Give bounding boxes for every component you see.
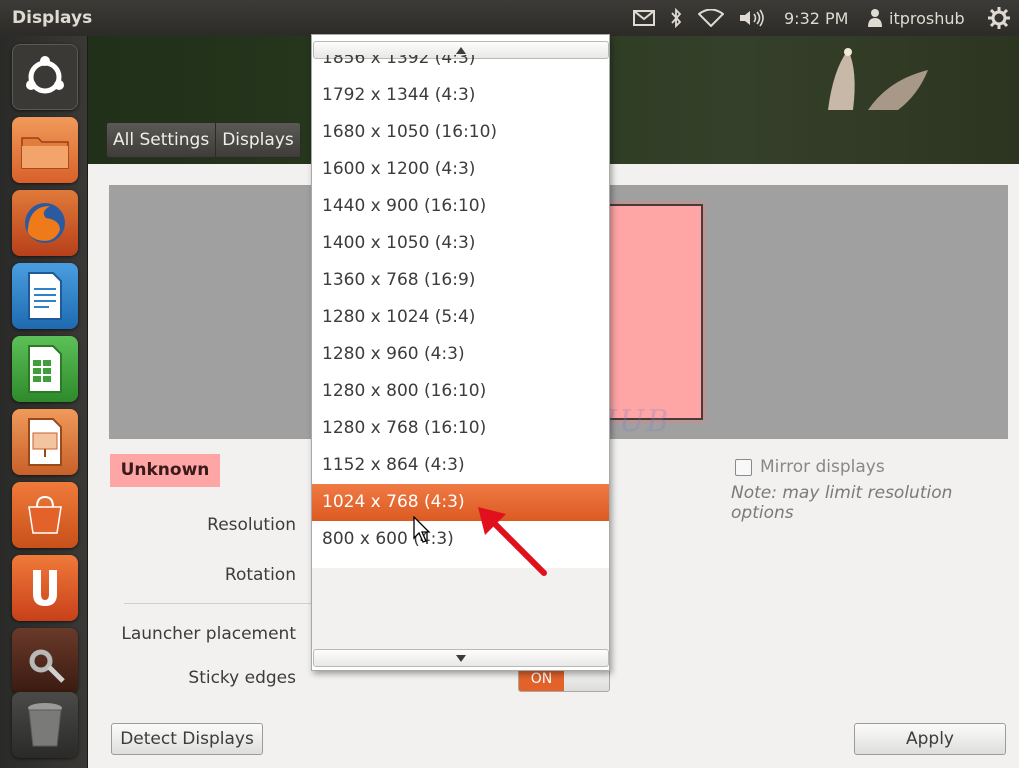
launcher-placement-label: Launcher placement: [121, 624, 296, 644]
volume-icon[interactable]: [737, 6, 767, 30]
resolution-option[interactable]: 1280 x 768 (16:10): [312, 410, 609, 447]
resolution-label: Resolution: [207, 515, 296, 535]
resolution-option[interactable]: 1152 x 864 (4:3): [312, 447, 609, 484]
resolution-dropdown-menu[interactable]: 1856 x 1392 (4:3) 1792 x 1344 (4:3) 1680 x…: [311, 34, 610, 671]
resolution-option-selected[interactable]: 1024 x 768 (4:3): [312, 484, 609, 521]
gear-icon[interactable]: [987, 6, 1011, 30]
trash-icon[interactable]: [12, 692, 78, 758]
software-center-icon[interactable]: [12, 482, 78, 548]
user-name[interactable]: itproshub: [889, 9, 965, 28]
ubuntu-one-icon[interactable]: [12, 555, 78, 621]
firefox-icon[interactable]: [12, 190, 78, 256]
resolution-options-list: 1856 x 1392 (4:3) 1792 x 1344 (4:3) 1680 x…: [312, 55, 609, 568]
resolution-option[interactable]: 1856 x 1392 (4:3): [312, 55, 609, 77]
annotation-arrow-icon: [478, 507, 547, 576]
banner-flower-image: [828, 48, 928, 110]
user-icon[interactable]: [866, 6, 884, 30]
resolution-option[interactable]: 1400 x 1050 (4:3): [312, 225, 609, 262]
scroll-down-button[interactable]: [313, 649, 609, 667]
breadcrumb: All Settings Displays: [106, 122, 301, 158]
resolution-option[interactable]: 1280 x 800 (16:10): [312, 373, 609, 410]
resolution-option[interactable]: 1792 x 1344 (4:3): [312, 77, 609, 114]
top-panel: Displays 9:32 PM itproshub: [0, 0, 1019, 36]
app-title: Displays: [12, 8, 93, 28]
mirror-displays-row[interactable]: Mirror displays: [735, 457, 885, 477]
system-settings-icon[interactable]: [12, 628, 78, 694]
resolution-option[interactable]: 1280 x 1024 (5:4): [312, 299, 609, 336]
resolution-option[interactable]: 1360 x 768 (16:9): [312, 262, 609, 299]
separator: [124, 603, 314, 604]
sticky-edges-label: Sticky edges: [188, 668, 296, 688]
monitor-name-badge: Unknown: [110, 454, 220, 487]
toggle-on-label: ON: [519, 668, 564, 691]
resolution-option[interactable]: 1600 x 1200 (4:3): [312, 151, 609, 188]
chevron-up-icon: [456, 46, 466, 54]
detect-displays-button[interactable]: Detect Displays: [111, 723, 263, 755]
bluetooth-icon[interactable]: [666, 6, 686, 30]
rotation-label: Rotation: [224, 565, 296, 585]
mirror-displays-checkbox[interactable]: [735, 458, 752, 476]
resolution-option[interactable]: 800 x 600 (4:3): [312, 521, 609, 558]
impress-icon[interactable]: [12, 409, 78, 475]
wifi-icon[interactable]: [697, 6, 725, 30]
mail-icon[interactable]: [631, 6, 657, 30]
calc-icon[interactable]: [12, 336, 78, 402]
mouse-cursor-icon: [413, 516, 431, 543]
apply-button[interactable]: Apply: [854, 723, 1006, 755]
files-icon[interactable]: [12, 117, 78, 183]
launcher: [0, 36, 88, 768]
chevron-down-icon: [456, 654, 466, 662]
breadcrumb-all-settings[interactable]: All Settings: [107, 123, 217, 157]
dropdown-empty-area: [312, 568, 609, 650]
resolution-option[interactable]: 1440 x 900 (16:10): [312, 188, 609, 225]
resolution-option[interactable]: 1680 x 1050 (16:10): [312, 114, 609, 151]
writer-icon[interactable]: [12, 263, 78, 329]
mirror-note: Note: may limit resolution options: [731, 483, 953, 523]
breadcrumb-displays[interactable]: Displays: [216, 123, 300, 157]
ubuntu-dash-icon[interactable]: [12, 44, 78, 110]
resolution-option[interactable]: 1280 x 960 (4:3): [312, 336, 609, 373]
toggle-knob[interactable]: [564, 668, 609, 691]
clock[interactable]: 9:32 PM: [784, 9, 848, 28]
mirror-displays-label[interactable]: Mirror displays: [760, 457, 885, 477]
